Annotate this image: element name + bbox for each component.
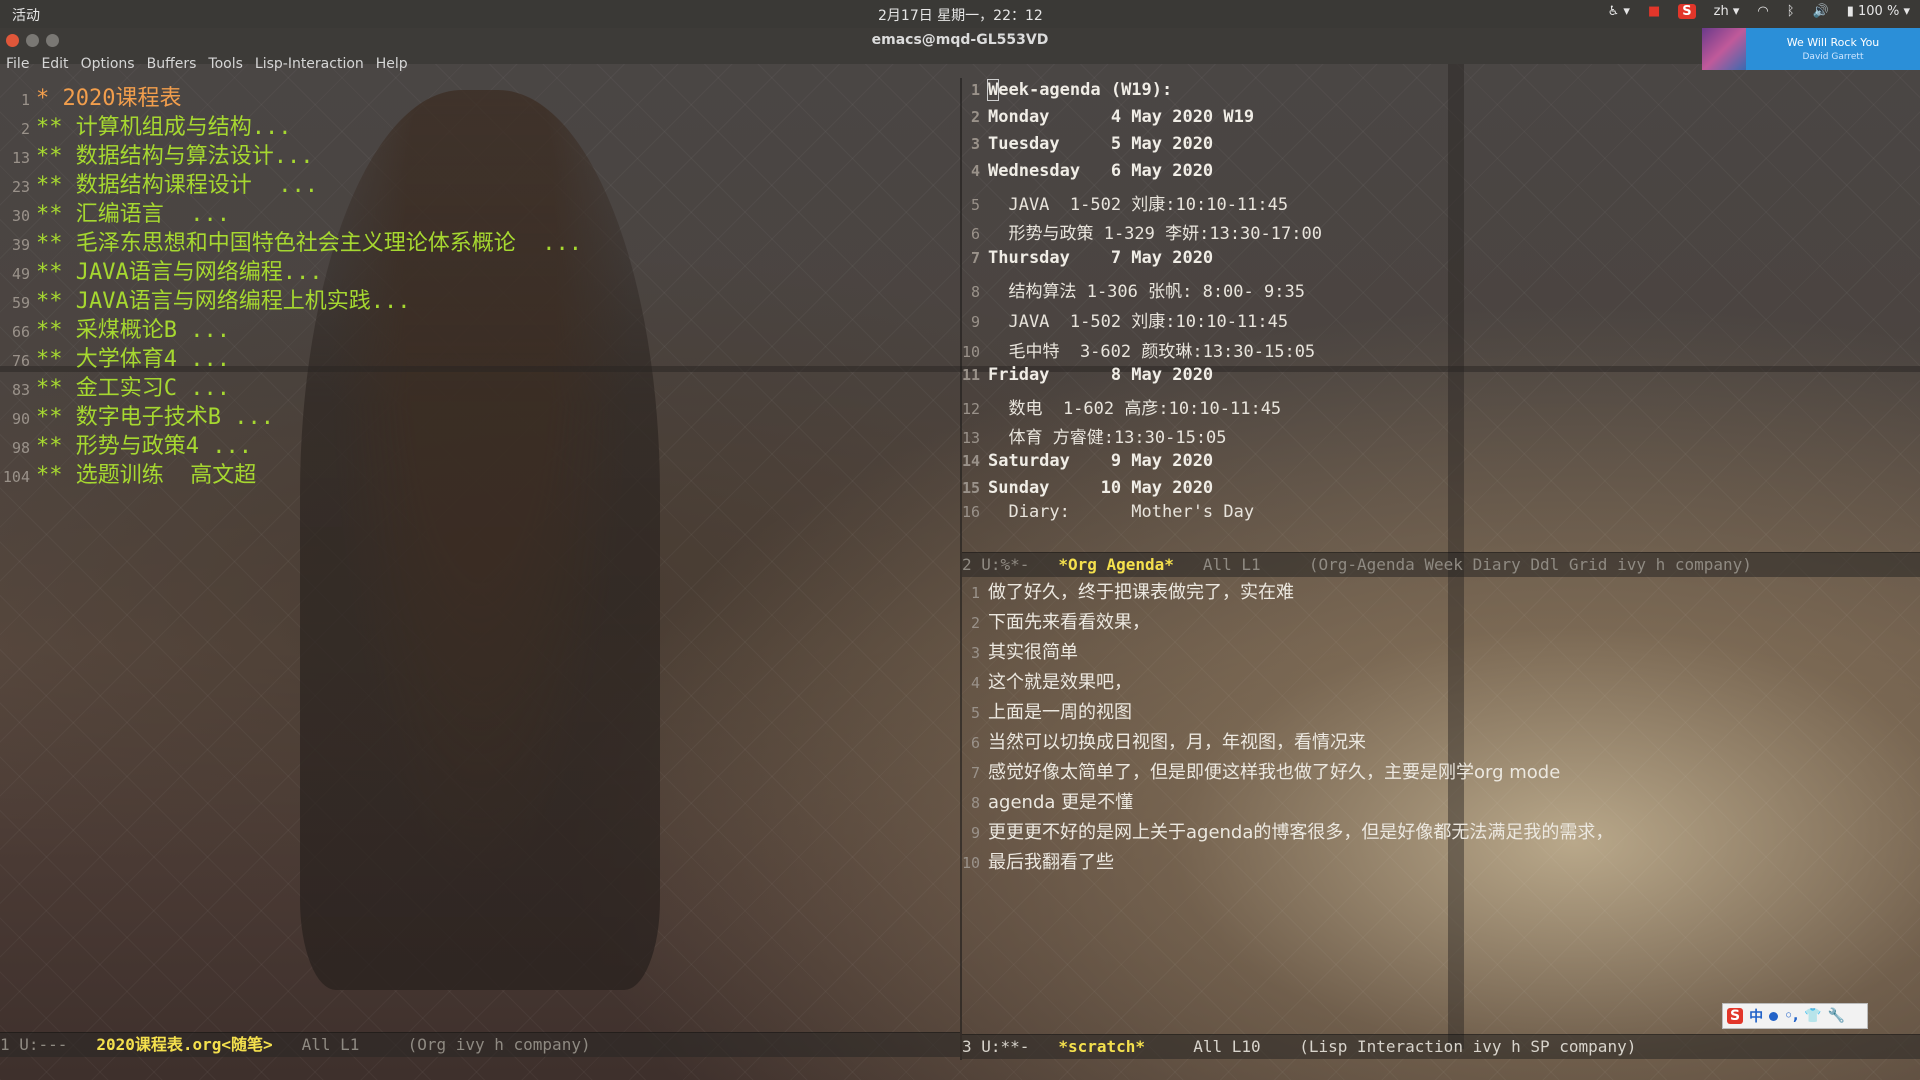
- scratch-line[interactable]: 10 最后我翻看了些: [962, 848, 1114, 878]
- scratch-mode-line[interactable]: 3 U:**- *scratch* All L10 (Lisp Interact…: [962, 1034, 1920, 1059]
- agenda-day-header[interactable]: 14 Saturday 9 May 2020: [962, 451, 1213, 478]
- agenda-item[interactable]: 12 数电 1-602 高彦:10:10-11:45: [962, 394, 1281, 421]
- album-art: [1702, 28, 1746, 70]
- language-indicator[interactable]: zh ▾: [1714, 4, 1740, 19]
- agenda-diary-item[interactable]: 16 Diary: Mother's Day: [962, 502, 1254, 529]
- mode-list[interactable]: (Org ivy h company): [408, 1035, 591, 1054]
- wifi-icon[interactable]: ◠: [1757, 4, 1768, 19]
- agenda-item[interactable]: 13 体育 方睿健:13:30-15:05: [962, 423, 1227, 450]
- menu-edit[interactable]: Edit: [41, 56, 68, 78]
- buffer-name[interactable]: *Org Agenda*: [1058, 555, 1174, 574]
- scratch-line[interactable]: 3 其实很简单: [962, 638, 1078, 668]
- agenda-item[interactable]: 8 结构算法 1-306 张帆: 8:00- 9:35: [962, 277, 1305, 304]
- scratch-line[interactable]: 6 当然可以切换成日视图，月，年视图，看情况来: [962, 728, 1366, 758]
- clock[interactable]: 2月17日 星期一，22：12: [878, 5, 1043, 25]
- agenda-item[interactable]: 9 JAVA 1-502 刘康:10:10-11:45: [962, 307, 1288, 334]
- scratch-line[interactable]: 7 感觉好像太简单了，但是即便这样我也做了好久，主要是刚学org mode: [962, 758, 1560, 788]
- song-title: We Will Rock You: [1786, 36, 1880, 49]
- punctuation-icon[interactable]: [1769, 1011, 1779, 1021]
- menu-options[interactable]: Options: [81, 56, 135, 78]
- org-heading-line[interactable]: 98 ** 形势与政策4 ...: [0, 428, 252, 459]
- scratch-line[interactable]: 4 这个就是效果吧，: [962, 668, 1132, 698]
- org-heading-line[interactable]: 90 ** 数字电子技术B ...: [0, 399, 274, 430]
- org-heading-line[interactable]: 59 ** JAVA语言与网络编程上机实践...: [0, 283, 411, 314]
- org-heading-line[interactable]: 1 * 2020课程表: [0, 80, 182, 111]
- menu-lisp-interaction[interactable]: Lisp-Interaction: [255, 56, 364, 78]
- scratch-line[interactable]: 5 上面是一周的视图: [962, 698, 1132, 728]
- org-heading-line[interactable]: 49 ** JAVA语言与网络编程...: [0, 254, 323, 285]
- ime-mode-toggle[interactable]: 中: [1749, 1006, 1763, 1026]
- scratch-line[interactable]: 8 agenda 更是不懂: [962, 788, 1133, 818]
- agenda-item[interactable]: 5 JAVA 1-502 刘康:10:10-11:45: [962, 190, 1288, 217]
- agenda-day-header[interactable]: 11 Friday 8 May 2020: [962, 365, 1213, 392]
- system-top-bar: 活动 2月17日 星期一，22：12 ♿ ▾ ■ S zh ▾ ◠ ᛒ 🔊 ▮ …: [0, 0, 1920, 28]
- tools-icon[interactable]: 🔧: [1828, 1008, 1845, 1024]
- menu-help[interactable]: Help: [376, 56, 408, 78]
- org-file-pane[interactable]: 1 * 2020课程表 2 ** 计算机组成与结构... 13 ** 数据结构与算法设…: [0, 80, 960, 1026]
- agenda-item[interactable]: 6 形势与政策 1-329 李妍:13:30-17:00: [962, 219, 1322, 246]
- scratch-line[interactable]: 9 更更更不好的是网上关于agenda的博客很多，但是好像都无法满足我的需求，: [962, 818, 1613, 848]
- agenda-item[interactable]: 10 毛中特 3-602 颜玫琳:13:30-15:05: [962, 337, 1315, 364]
- left-mode-line[interactable]: 1 U:--- 2020课程表.org<随笔> All L1 (Org ivy …: [0, 1032, 960, 1057]
- volume-icon[interactable]: 🔊: [1813, 4, 1829, 19]
- mode-list[interactable]: (Org-Agenda Week Diary Ddl Grid ivy h co…: [1309, 555, 1752, 574]
- mode-list[interactable]: (Lisp Interaction ivy h SP company): [1299, 1037, 1636, 1056]
- buffer-name[interactable]: 2020课程表.org<随笔>: [96, 1035, 272, 1054]
- system-tray: ♿ ▾ ■ S zh ▾ ◠ ᛒ 🔊 ▮ 100 % ▾: [1608, 4, 1910, 19]
- window-title: emacs@mqd-GL553VD: [871, 32, 1049, 48]
- org-heading-line[interactable]: 2 ** 计算机组成与结构...: [0, 109, 292, 140]
- accessibility-icon[interactable]: ♿ ▾: [1608, 4, 1630, 19]
- menu-file[interactable]: File: [6, 56, 29, 78]
- scratch-line[interactable]: 2 下面先来看看效果，: [962, 608, 1150, 638]
- org-heading-line[interactable]: 39 ** 毛泽东思想和中国特色社会主义理论体系概论 ...: [0, 225, 582, 256]
- ime-toolbar[interactable]: S 中 ◦, 👕 🔧: [1722, 1003, 1868, 1029]
- emacs-menu-bar: File Edit Options Buffers Tools Lisp-Int…: [0, 56, 408, 78]
- sogou-ime-icon[interactable]: S: [1678, 4, 1696, 19]
- org-heading-line[interactable]: 83 ** 金工实习C ...: [0, 370, 230, 401]
- menu-buffers[interactable]: Buffers: [147, 56, 197, 78]
- org-heading-line[interactable]: 23 ** 数据结构课程设计 ...: [0, 167, 318, 198]
- agenda-day-header[interactable]: 2 Monday 4 May 2020 W19: [962, 107, 1254, 134]
- skin-icon[interactable]: 👕: [1804, 1008, 1821, 1024]
- org-heading-line[interactable]: 13 ** 数据结构与算法设计...: [0, 138, 314, 169]
- activities-button[interactable]: 活动: [12, 5, 40, 25]
- bluetooth-icon[interactable]: ᛒ: [1787, 4, 1795, 19]
- agenda-day-header[interactable]: 7 Thursday 7 May 2020: [962, 248, 1213, 275]
- org-heading-line[interactable]: 76 ** 大学体育4 ...: [0, 341, 230, 372]
- org-heading-line[interactable]: 30 ** 汇编语言 ...: [0, 196, 230, 227]
- agenda-day-header[interactable]: 4 Wednesday 6 May 2020: [962, 161, 1213, 188]
- org-heading-line[interactable]: 66 ** 采煤概论B ...: [0, 312, 230, 343]
- agenda-day-header[interactable]: 15 Sunday 10 May 2020: [962, 478, 1213, 505]
- org-heading-line[interactable]: 104 ** 选题训练 高文超: [0, 457, 256, 488]
- menu-tools[interactable]: Tools: [208, 56, 243, 78]
- agenda-day-header[interactable]: 3 Tuesday 5 May 2020: [962, 134, 1213, 161]
- screen-record-icon[interactable]: ■: [1648, 4, 1660, 19]
- song-artist: David Garrett: [1802, 52, 1864, 62]
- text-cursor: W: [986, 79, 1000, 101]
- scratch-line[interactable]: 1 做了好久，终于把课表做完了，实在难: [962, 578, 1294, 608]
- battery-indicator[interactable]: ▮ 100 % ▾: [1847, 4, 1910, 19]
- music-widget[interactable]: We Will Rock You David Garrett: [1702, 28, 1920, 70]
- agenda-line[interactable]: 1 Week-agenda (W19):: [962, 79, 1172, 107]
- buffer-name[interactable]: *scratch*: [1058, 1037, 1145, 1056]
- agenda-mode-line[interactable]: 2 U:%*- *Org Agenda* All L1 (Org-Agenda …: [962, 552, 1920, 577]
- half-width-icon[interactable]: ◦,: [1784, 1008, 1798, 1024]
- sogou-logo-icon[interactable]: S: [1727, 1008, 1744, 1024]
